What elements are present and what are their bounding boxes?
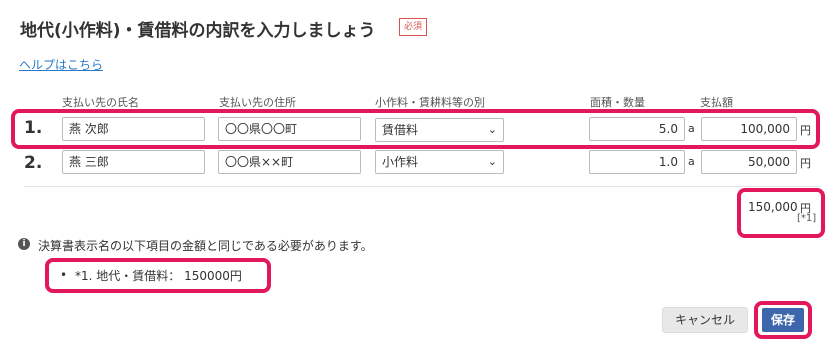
total-amount: 150,000 xyxy=(748,200,798,214)
amount-field[interactable]: 100,000 xyxy=(701,117,797,141)
save-button[interactable]: 保存 xyxy=(762,308,804,332)
chevron-down-icon: ⌄ xyxy=(487,155,497,168)
note-text: 決算書表示名の以下項目の金額と同じである必要があります。 xyxy=(38,239,373,253)
row-number: 1. xyxy=(24,118,43,138)
total-reference: [*1] xyxy=(797,213,817,224)
note-item: *1. 地代・賃借料： 150000円 xyxy=(75,269,242,283)
bullet: • xyxy=(60,268,68,282)
column-header-payee-name: 支払い先の氏名 xyxy=(62,96,139,109)
column-header-amount: 支払額 xyxy=(700,96,733,109)
amount-field[interactable]: 50,000 xyxy=(701,150,797,174)
column-header-area-qty: 面積・数量 xyxy=(590,96,645,109)
category-select[interactable]: 小作料 ⌄ xyxy=(375,150,504,174)
column-header-payee-address: 支払い先の住所 xyxy=(219,96,296,109)
amount-unit: 円 xyxy=(800,124,811,137)
category-select-value: 賃借料 xyxy=(382,123,419,137)
info-icon: i xyxy=(18,238,30,250)
chevron-down-icon: ⌄ xyxy=(487,123,497,136)
category-select[interactable]: 賃借料 ⌄ xyxy=(375,118,504,142)
area-field[interactable]: 1.0 xyxy=(589,150,685,174)
area-field[interactable]: 5.0 xyxy=(589,117,685,141)
divider xyxy=(24,186,820,187)
payee-name-field[interactable]: 燕 三郎 xyxy=(62,150,205,174)
row-number: 2. xyxy=(24,153,43,173)
page-title: 地代(小作料)・賃借料の内訳を入力しましょう xyxy=(20,21,376,41)
required-badge: 必須 xyxy=(399,18,428,36)
category-select-value: 小作料 xyxy=(382,155,419,169)
payee-address-field[interactable]: 〇〇県××町 xyxy=(218,150,361,174)
payee-name-field[interactable]: 燕 次郎 xyxy=(62,117,205,141)
help-link[interactable]: ヘルプはこちら xyxy=(19,56,103,73)
payee-address-field[interactable]: 〇〇県〇〇町 xyxy=(218,117,361,141)
amount-unit: 円 xyxy=(800,157,811,170)
cancel-button[interactable]: キャンセル xyxy=(662,307,748,333)
column-header-category: 小作料・賃耕料等の別 xyxy=(375,96,485,109)
area-unit: a xyxy=(688,155,695,168)
area-unit: a xyxy=(688,122,695,135)
